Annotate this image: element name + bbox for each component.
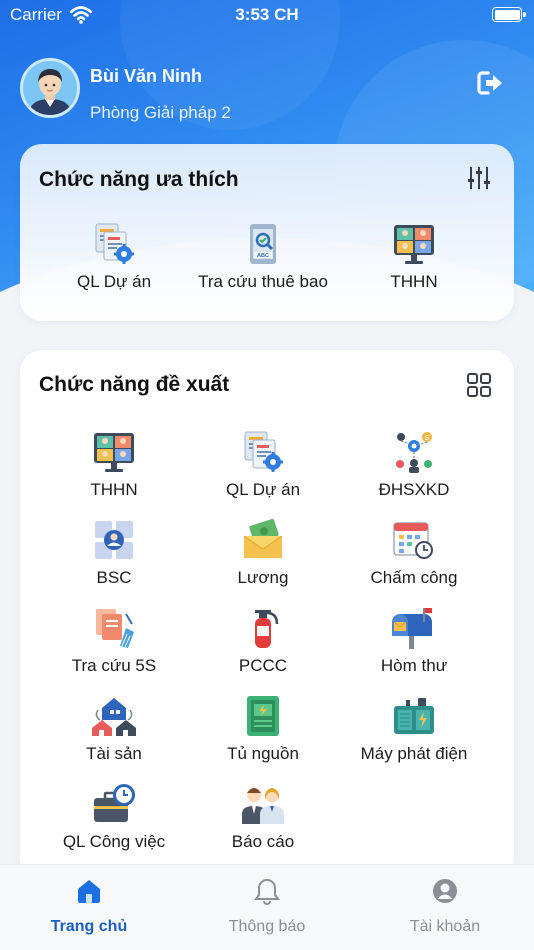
suggested-title: Chức năng đề xuất (39, 373, 230, 396)
favorite-item-label: THHN (390, 272, 438, 291)
suggested-item-label: Lương (237, 568, 289, 587)
status-bar: Carrier 3:53 CH (0, 0, 534, 30)
suggested-item-5s-lookup[interactable]: Tra cứu 5S (34, 606, 194, 686)
power-cabinet-icon (241, 694, 285, 738)
project-management-icon (241, 430, 285, 474)
suggested-item-label: Báo cáo (231, 832, 295, 851)
favorites-card: Chức năng ưa thích QL Dự án Tra cứu thuê… (20, 144, 514, 321)
account-icon (433, 879, 457, 903)
assets-houses-icon (92, 694, 136, 738)
suggested-item-label: Tủ nguồn (227, 744, 299, 763)
favorites-title: Chức năng ưa thích (39, 168, 239, 191)
favorite-item-subscriber-lookup[interactable]: Tra cứu thuê bao (183, 222, 343, 302)
home-icon (78, 880, 100, 903)
user-name: Bùi Văn Ninh (90, 66, 202, 86)
video-conference-icon (92, 430, 136, 474)
work-briefcase-clock-icon (92, 782, 136, 826)
favorite-item-project[interactable]: QL Dự án (34, 222, 194, 302)
suggested-item-report[interactable]: Báo cáo (183, 782, 343, 862)
bell-icon (254, 878, 280, 905)
favorite-item-label: Tra cứu thuê bao (198, 272, 328, 291)
tab-account[interactable]: Tài khoản (356, 865, 534, 950)
suggested-item-label: THHN (90, 480, 138, 499)
suggested-item-pccc[interactable]: PCCC (183, 606, 343, 686)
tab-label: Tài khoản (409, 918, 481, 935)
project-management-icon (92, 222, 136, 266)
suggested-item-label: Máy phát điện (360, 744, 468, 763)
suggested-item-label: QL Dự án (225, 480, 301, 499)
suggested-item-mailbox[interactable]: Hòm thư (334, 606, 494, 686)
bottom-tab-bar: Trang chủ Thông báo Tài khoản (0, 864, 534, 950)
favorite-item-thhn[interactable]: THHN (334, 222, 494, 302)
suggested-item-label: BSC (96, 568, 132, 587)
view-all-functions-button[interactable] (466, 372, 492, 398)
avatar-person-icon (23, 61, 77, 115)
tab-label: Thông báo (228, 918, 306, 935)
timesheet-calendar-icon (392, 518, 436, 562)
suggested-item-thhn[interactable]: THHN (34, 430, 194, 510)
tab-notifications[interactable]: Thông báo (178, 865, 356, 950)
customize-favorites-button[interactable] (466, 165, 492, 191)
tab-home[interactable]: Trang chủ (0, 865, 178, 950)
grid-icon (467, 373, 491, 397)
clock: 3:53 CH (235, 5, 299, 24)
logout-button[interactable] (476, 70, 504, 96)
suggested-item-label: ĐHSXKD (378, 480, 450, 499)
suggested-item-work-management[interactable]: QL Công việc (34, 782, 194, 862)
logout-icon (477, 71, 502, 95)
suggested-item-label: QL Công việc (62, 832, 166, 851)
mailbox-icon (392, 606, 436, 650)
report-people-icon (241, 782, 285, 826)
video-conference-icon (392, 222, 436, 266)
suggested-item-dhsxkd[interactable]: ĐHSXKD (334, 430, 494, 510)
5s-lookup-icon (92, 606, 136, 650)
suggested-item-project[interactable]: QL Dự án (183, 430, 343, 510)
suggested-card: Chức năng đề xuất THHN QL Dự án ĐHSXKD B… (20, 350, 514, 880)
avatar[interactable] (20, 58, 80, 118)
suggested-item-salary[interactable]: Lương (183, 518, 343, 598)
suggested-item-assets[interactable]: Tài sản (34, 694, 194, 774)
suggested-item-label: Tài sản (86, 744, 142, 763)
subscriber-lookup-icon (241, 222, 285, 266)
user-department: Phòng Giải pháp 2 (90, 103, 231, 122)
suggested-item-label: Tra cứu 5S (71, 656, 157, 675)
battery-icon (492, 7, 526, 22)
tab-label: Trang chủ (50, 918, 128, 935)
salary-envelope-icon (241, 518, 285, 562)
bsc-icon (92, 518, 136, 562)
suggested-item-bsc[interactable]: BSC (34, 518, 194, 598)
business-operations-icon (392, 430, 436, 474)
suggested-item-label: PCCC (238, 656, 288, 675)
suggested-item-power-cabinet[interactable]: Tủ nguồn (183, 694, 343, 774)
suggested-item-timesheet[interactable]: Chấm công (334, 518, 494, 598)
suggested-item-label: Chấm công (370, 568, 458, 587)
suggested-item-label: Hòm thư (380, 656, 448, 675)
suggested-item-generator[interactable]: Máy phát điện (334, 694, 494, 774)
sliders-icon (468, 167, 490, 189)
favorite-item-label: QL Dự án (76, 272, 152, 291)
generator-icon (392, 694, 436, 738)
fire-extinguisher-icon (241, 606, 285, 650)
